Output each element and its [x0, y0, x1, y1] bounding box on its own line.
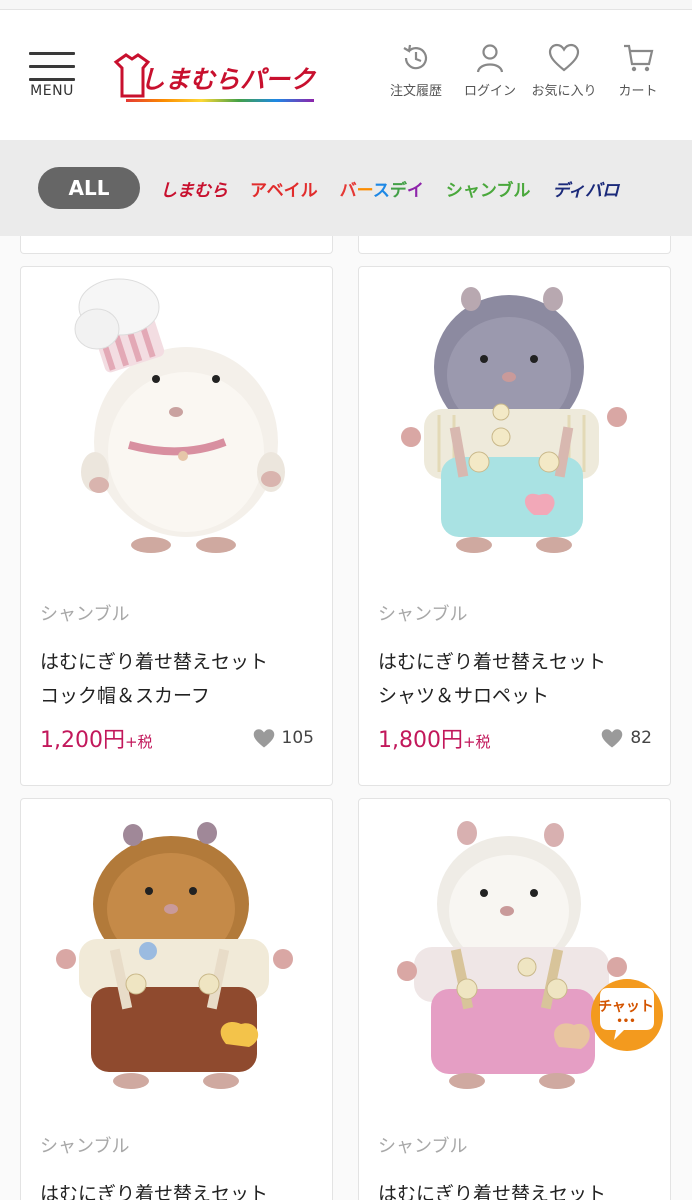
user-icon: [476, 44, 504, 73]
product-title-line1: はむにぎり着せ替えセット: [378, 651, 607, 673]
chat-button[interactable]: チャット •••: [588, 976, 666, 1054]
chat-label: チャット •••: [588, 996, 664, 1028]
favorite-count: 82: [630, 728, 652, 748]
favorites-button[interactable]: お気に入り: [528, 42, 600, 99]
heart-icon: [253, 729, 274, 748]
product-card[interactable]: シャンブル はむにぎり着せ替えセット: [20, 798, 333, 1200]
product-title-line1: はむにぎり着せ替えセット: [40, 651, 269, 673]
history-icon: [403, 44, 428, 70]
header-icons: 注文履歴 ログイン お気に入り カート: [378, 42, 674, 99]
heart-icon: [602, 729, 623, 748]
product-image[interactable]: [21, 799, 334, 1109]
product-card-partial[interactable]: [20, 236, 333, 254]
product-title[interactable]: はむにぎり着せ替えセット: [378, 1177, 658, 1200]
hamburger-icon: [29, 52, 75, 55]
price-value: 1,200円: [40, 728, 125, 753]
product-card-partial[interactable]: [358, 236, 671, 254]
product-image[interactable]: [359, 799, 672, 1109]
order-history-label: 注文履歴: [389, 84, 442, 99]
product-title-line1: はむにぎり着せ替えセット: [378, 1183, 607, 1200]
chat-label-text: チャット: [598, 999, 654, 1015]
product-title[interactable]: はむにぎり着せ替えセット コック帽＆スカーフ: [40, 645, 320, 713]
hamster-overall-image: [401, 287, 627, 553]
cart-label: カート: [618, 84, 658, 99]
product-grid: シャンブル はむにぎり着せ替えセット コック帽＆スカーフ 1,200円+税 10…: [0, 236, 692, 1200]
site-logo[interactable]: しまむらパーク: [110, 50, 316, 110]
price-tax: +税: [124, 733, 153, 751]
favorite-toggle[interactable]: 82: [600, 727, 652, 749]
heart-icon: [548, 43, 580, 72]
product-title-line1: はむにぎり着せ替えセット: [40, 1183, 269, 1200]
menu-label: MENU: [30, 83, 74, 99]
product-title-line2: シャツ＆サロペット: [378, 685, 550, 707]
product-image[interactable]: [21, 267, 334, 577]
brand-filter-shimamura[interactable]: しまむら: [160, 176, 228, 201]
cart-icon: [624, 44, 654, 72]
brand-filter-shamble[interactable]: シャンブル: [446, 176, 531, 201]
hamburger-icon-bar: [29, 78, 75, 81]
product-title-line2: コック帽＆スカーフ: [40, 685, 210, 707]
logo-text: しまむらパーク: [140, 65, 316, 94]
brand-filter-avail[interactable]: アベイル: [250, 176, 318, 201]
hamster-chef-image: [74, 278, 285, 553]
product-brand: シャンブル: [378, 604, 468, 625]
price-value: 1,800円: [378, 728, 463, 753]
login-button[interactable]: ログイン: [454, 42, 526, 99]
product-title[interactable]: はむにぎり着せ替えセット シャツ＆サロペット: [378, 645, 658, 713]
brand-filter-all[interactable]: ALL: [38, 167, 140, 209]
product-card[interactable]: シャンブル はむにぎり着せ替えセット コック帽＆スカーフ 1,200円+税 10…: [20, 266, 333, 786]
hamster-brown-overall-image: [56, 822, 293, 1089]
order-history-button[interactable]: 注文履歴: [380, 42, 452, 99]
product-title[interactable]: はむにぎり着せ替えセット: [40, 1177, 320, 1200]
chat-dots: •••: [616, 1016, 636, 1027]
product-brand: シャンブル: [40, 1136, 130, 1157]
brand-filter-bar: ALL しまむら アベイル バースデイ シャンブル ディバロ: [0, 140, 692, 236]
brand-filter-birthday-label: バースデイ: [339, 180, 424, 201]
top-edge: [0, 0, 692, 10]
brand-filter-birthday[interactable]: バースデイ: [340, 176, 424, 201]
favorite-toggle[interactable]: 105: [252, 727, 314, 749]
favorites-label: お気に入り: [531, 84, 597, 99]
hamster-pink-overall-image: [397, 821, 627, 1089]
product-price: 1,800円+税: [378, 722, 491, 754]
product-brand: シャンブル: [40, 604, 130, 625]
login-label: ログイン: [463, 84, 516, 99]
product-price: 1,200円+税: [40, 722, 153, 754]
hamburger-icon-bar: [29, 65, 75, 68]
favorite-count: 105: [281, 728, 314, 748]
product-brand: シャンブル: [378, 1136, 468, 1157]
product-card[interactable]: シャンブル はむにぎり着せ替えセット シャツ＆サロペット 1,800円+税 82: [358, 266, 671, 786]
price-tax: +税: [462, 733, 491, 751]
cart-button[interactable]: カート: [602, 42, 674, 99]
menu-button[interactable]: MENU: [28, 52, 76, 112]
brand-filter-divalo[interactable]: ディバロ: [552, 176, 619, 201]
product-image[interactable]: [359, 267, 672, 577]
site-header: MENU しまむらパーク 注文履歴 ログイン お気に入り カート: [0, 10, 692, 140]
